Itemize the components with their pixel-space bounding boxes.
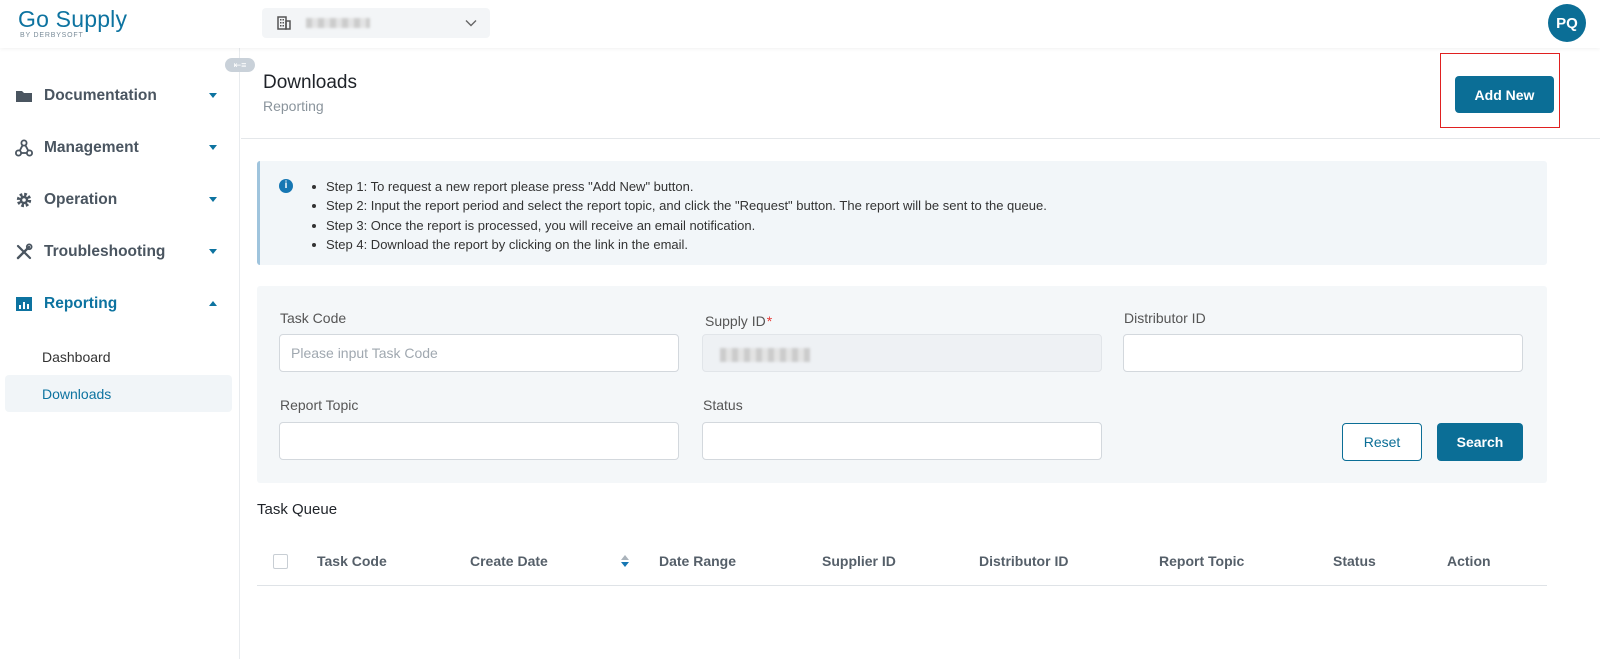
task-code-label: Task Code [280,310,346,326]
reset-button[interactable]: Reset [1342,423,1422,461]
report-chart-icon [16,297,32,311]
column-header-action: Action [1447,553,1491,569]
sidebar-item-reporting[interactable]: Reporting [0,284,240,324]
sidebar-item-label: Management [44,139,139,156]
sort-icon[interactable] [621,553,629,569]
user-avatar[interactable]: PQ [1548,4,1586,42]
column-header-status: Status [1333,553,1376,569]
column-header-supplier-id: Supplier ID [822,553,896,569]
supplier-select[interactable] [262,8,490,38]
top-bar: Go Supply BY DERBYSOFT PQ [0,0,1600,48]
caret-down-icon [209,93,217,98]
required-asterisk: * [766,313,773,329]
app-root: Go Supply BY DERBYSOFT PQ ⇤≡ Documentati… [0,0,1600,659]
add-new-button[interactable]: Add New [1455,76,1554,113]
folder-icon [16,91,32,102]
status-label: Status [703,397,743,413]
building-icon [277,16,291,30]
chevron-down-icon [465,20,477,27]
column-header-distributor-id: Distributor ID [979,553,1069,569]
info-icon: i [279,179,293,193]
logo[interactable]: Go Supply BY DERBYSOFT [18,6,127,39]
filter-panel: Task Code Supply ID* Distributor ID Repo… [257,286,1547,483]
caret-down-icon [209,249,217,254]
sidebar-item-troubleshooting[interactable]: Troubleshooting [0,232,240,272]
status-select[interactable] [702,422,1102,460]
task-queue-table-header: Task Code Create Date Date Range Supplie… [257,539,1547,586]
caret-down-icon [209,197,217,202]
main-content: Downloads Reporting Add New i Step 1: To… [241,48,1600,659]
sidebar-item-operation[interactable]: Operation [0,180,240,220]
logo-text: Go Supply [18,6,128,32]
report-topic-label-text: Report Topic [280,397,359,413]
info-steps-panel: i Step 1: To request a new report please… [257,161,1547,265]
caret-down-icon [209,145,217,150]
supplier-name-redacted [306,18,370,28]
step-item: Step 2: Input the report period and sele… [312,196,1047,215]
distributor-id-input[interactable] [1123,334,1523,372]
distributor-id-label: Distributor ID [1124,310,1206,326]
steps-list: Step 1: To request a new report please p… [312,177,1047,254]
caret-up-icon [209,301,217,306]
task-queue-title: Task Queue [257,501,338,518]
supply-id-value-redacted [720,348,810,362]
collapse-arrow-icon: ⇤≡ [233,60,247,70]
page-title: Downloads [263,72,357,93]
task-code-input[interactable] [279,334,679,372]
step-item: Step 4: Download the report by clicking … [312,235,1047,254]
supply-id-label-text: Supply ID [705,313,766,329]
column-header-date-range: Date Range [659,553,737,569]
report-topic-select[interactable] [279,422,679,460]
page-header: Downloads Reporting Add New [241,48,1600,139]
column-header-create-date[interactable]: Create Date [470,553,548,569]
status-label-text: Status [703,397,743,413]
column-header-task-code: Task Code [317,553,387,569]
gear-icon [16,192,32,208]
sidebar-collapse-toggle[interactable]: ⇤≡ [225,58,255,72]
sidebar-item-label: Operation [44,191,118,208]
step-item: Step 1: To request a new report please p… [312,177,1047,196]
sidebar-item-label: Reporting [44,295,118,312]
sidebar-item-documentation[interactable]: Documentation [0,76,240,116]
search-button[interactable]: Search [1437,423,1523,461]
tools-icon [16,243,33,260]
supply-id-label: Supply ID* [705,313,772,329]
page-breadcrumb: Reporting [263,98,324,114]
sidebar-item-label: Documentation [44,87,157,104]
column-header-report-topic: Report Topic [1159,553,1245,569]
sidebar-item-management[interactable]: Management [0,128,240,168]
step-item: Step 3: Once the report is processed, yo… [312,216,1047,235]
sidebar-item-label: Troubleshooting [44,243,166,260]
sidebar-subitem-dashboard[interactable]: Dashboard [5,338,232,375]
sidebar-subitem-downloads[interactable]: Downloads [5,375,232,412]
report-topic-label: Report Topic [280,397,358,413]
select-all-checkbox[interactable] [273,554,288,569]
logo-tagline: BY DERBYSOFT [20,32,84,39]
distributor-id-label-text: Distributor ID [1124,310,1206,326]
hierarchy-icon [15,139,33,157]
task-code-label-text: Task Code [280,310,347,326]
